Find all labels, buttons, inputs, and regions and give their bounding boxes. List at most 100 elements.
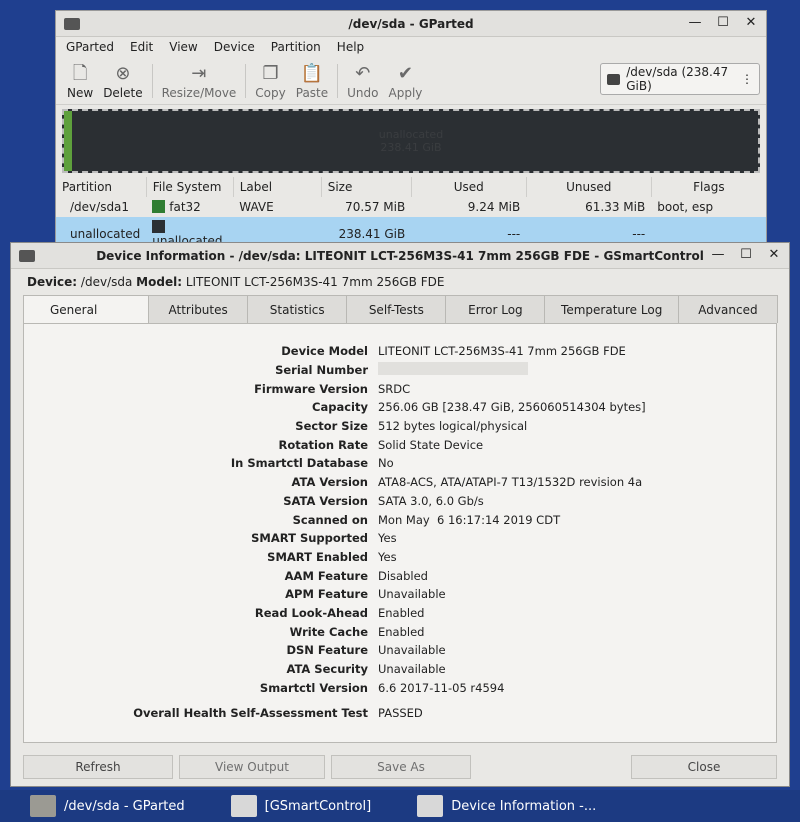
prop-row: DSN Feature Unavailable: [24, 641, 776, 660]
device-selector[interactable]: /dev/sda (238.47 GiB) ⋮: [600, 63, 760, 95]
delete-button[interactable]: ⊗ Delete: [98, 62, 147, 104]
prop-key: SATA Version: [283, 493, 368, 508]
cell-size: 70.57 MiB: [345, 200, 406, 214]
prop-key: SMART Enabled: [267, 549, 368, 564]
col-label[interactable]: Label: [233, 177, 322, 197]
menu-edit[interactable]: Edit: [130, 40, 153, 54]
prop-row: Scanned on Mon May 6 16:17:14 2019 CDT: [24, 510, 776, 529]
tab-attributes[interactable]: Attributes: [148, 295, 249, 323]
paste-icon: 📋: [300, 63, 324, 84]
close-icon[interactable]: ✕: [767, 247, 781, 262]
prop-key: ATA Security: [286, 662, 368, 677]
disk-icon: [417, 795, 444, 817]
delete-label: Delete: [103, 86, 143, 100]
prop-value: Mon May 6 16:17:14 2019 CDT: [378, 512, 561, 527]
tab-advanced[interactable]: Advanced: [677, 295, 778, 323]
menu-device[interactable]: Device: [214, 40, 255, 54]
gparted-window: /dev/sda - GParted — ☐ ✕ GParted Edit Vi…: [55, 10, 767, 251]
prop-key: Firmware Version: [254, 381, 368, 396]
undo-button[interactable]: ↶ Undo: [342, 62, 383, 104]
tab-error-log[interactable]: Error Log: [445, 295, 546, 323]
table-row[interactable]: /dev/sda1 fat32 WAVE 70.57 MiB 9.24 MiB …: [56, 197, 766, 217]
paste-label: Paste: [295, 86, 329, 100]
menu-gparted[interactable]: GParted: [66, 40, 114, 54]
prop-row: Serial Number: [24, 361, 776, 380]
prop-value: Enabled: [378, 624, 425, 639]
tab-self-tests[interactable]: Self-Tests: [346, 295, 447, 323]
prop-value: ATA8-ACS, ATA/ATAPI-7 T13/1532D revision…: [378, 475, 643, 490]
health-status: PASSED: [378, 706, 423, 720]
undo-icon: ↶: [355, 63, 371, 84]
col-partition[interactable]: Partition: [56, 177, 147, 197]
copy-label: Copy: [255, 86, 286, 100]
col-unused[interactable]: Unused: [526, 177, 652, 197]
device-label: Device:: [27, 275, 78, 289]
fs-color-swatch: [152, 220, 166, 233]
disk-map[interactable]: unallocated 238.41 GiB: [62, 109, 760, 173]
tab-general[interactable]: General: [23, 295, 150, 323]
menu-view[interactable]: View: [169, 40, 197, 54]
maximize-icon[interactable]: ☐: [739, 247, 753, 262]
unallocated-block-label: unallocated 238.41 GiB: [379, 128, 443, 154]
cell-unused: 61.33 MiB: [585, 200, 646, 214]
copy-button[interactable]: ❐ Copy: [250, 62, 290, 104]
prop-value: SRDC: [378, 381, 411, 396]
button-row: Refresh View Output Save As Close: [23, 755, 777, 779]
prop-value: Unavailable: [378, 643, 446, 658]
prop-key: In Smartctl Database: [230, 456, 368, 471]
dropdown-icon: ⋮: [741, 72, 753, 86]
health-row: Overall Health Self-Assessment Test PASS…: [24, 706, 776, 720]
prop-row: Sector Size 512 bytes logical/physical: [24, 417, 776, 436]
partition-sda1-block[interactable]: [64, 111, 72, 171]
tab-temperature-log[interactable]: Temperature Log: [544, 295, 679, 323]
prop-value: 512 bytes logical/physical: [378, 419, 528, 434]
apply-label: Apply: [388, 86, 423, 100]
minimize-icon[interactable]: —: [711, 247, 725, 262]
menu-help[interactable]: Help: [337, 40, 364, 54]
prop-key: Serial Number: [275, 363, 368, 378]
prop-row: Read Look-Ahead Enabled: [24, 604, 776, 623]
minimize-icon[interactable]: —: [688, 15, 702, 30]
maximize-icon[interactable]: ☐: [716, 15, 730, 30]
col-used[interactable]: Used: [411, 177, 527, 197]
device-info-window: Device Information - /dev/sda: LITEONIT …: [10, 242, 790, 787]
close-icon[interactable]: ✕: [744, 15, 758, 30]
undo-label: Undo: [347, 86, 379, 100]
resize-move-button[interactable]: ⇥ Resize/Move: [157, 62, 242, 104]
paste-button[interactable]: 📋 Paste: [291, 62, 333, 104]
close-button[interactable]: Close: [631, 755, 777, 779]
prop-value: Enabled: [378, 605, 425, 620]
health-label: Overall Health Self-Assessment Test: [133, 706, 368, 720]
tab-statistics[interactable]: Statistics: [247, 295, 348, 323]
refresh-button[interactable]: Refresh: [23, 755, 173, 779]
view-output-button[interactable]: View Output: [179, 755, 325, 779]
resize-move-icon: ⇥: [191, 63, 207, 84]
cell-fs: fat32: [146, 197, 233, 217]
prop-row: SMART Supported Yes: [24, 529, 776, 548]
col-file-system[interactable]: File System: [146, 177, 234, 197]
apply-button[interactable]: ✔ Apply: [384, 62, 428, 104]
device-value: /dev/sda: [80, 275, 133, 289]
col-size[interactable]: Size: [321, 177, 412, 197]
taskbar-item-gparted[interactable]: /dev/sda - GParted: [30, 795, 225, 817]
general-panel: Device Model LITEONIT LCT-256M3S-41 7mm 2…: [23, 323, 777, 743]
new-label: New: [67, 86, 94, 100]
prop-value: SATA 3.0, 6.0 Gb/s: [378, 493, 484, 508]
prop-row: APM Feature Unavailable: [24, 585, 776, 604]
map-label-name: unallocated: [378, 128, 444, 141]
device-summary: Device: /dev/sda Model: LITEONIT LCT-256…: [11, 269, 789, 295]
taskbar-item-gsmartcontrol[interactable]: [GSmartControl]: [230, 795, 412, 817]
prop-value: Disabled: [378, 568, 428, 583]
menu-partition[interactable]: Partition: [271, 40, 321, 54]
prop-key: AAM Feature: [284, 568, 368, 583]
new-button[interactable]: 🗋 New: [62, 62, 98, 104]
cell-fs-label: fat32: [169, 200, 201, 214]
save-as-button[interactable]: Save As: [331, 755, 471, 779]
prop-key: Capacity: [312, 400, 368, 415]
col-flags[interactable]: Flags: [651, 177, 766, 197]
cell-flags: boot, esp: [657, 200, 714, 214]
prop-value: Unavailable: [378, 662, 446, 677]
prop-row: ATA Version ATA8-ACS, ATA/ATAPI-7 T13/153…: [24, 473, 776, 492]
taskbar-item-device-info[interactable]: Device Information -...: [417, 795, 636, 817]
prop-row: AAM Feature Disabled: [24, 566, 776, 585]
